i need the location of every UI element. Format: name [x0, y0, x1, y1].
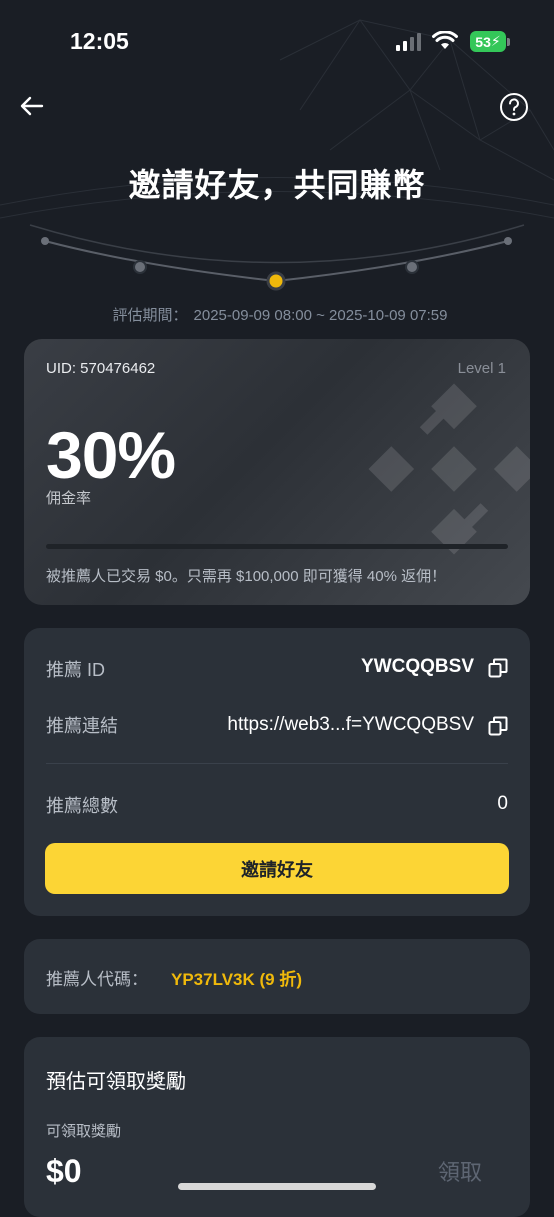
- status-time: 12:05: [70, 28, 129, 54]
- help-icon[interactable]: [499, 92, 529, 122]
- timeline-dot-active: [266, 271, 286, 291]
- invite-friends-button[interactable]: 邀請好友: [45, 843, 509, 894]
- progress-bar: [46, 544, 508, 549]
- battery-level: 53: [475, 33, 491, 50]
- copy-icon[interactable]: [488, 658, 508, 678]
- progress-note: 被推薦人已交易 $0。只需再 $100,000 即可獲得 40% 返佣！: [46, 568, 447, 585]
- referral-link-value: https://web3...f=YWCQQBSV: [227, 714, 474, 735]
- cellular-signal-icon: [396, 33, 421, 51]
- status-bar: 12:05 53 ⚡: [0, 0, 554, 84]
- referral-total-value: 0: [497, 793, 508, 814]
- wifi-icon: [432, 31, 458, 49]
- referral-link-label: 推薦連結: [46, 716, 118, 736]
- uid-label: UID: 570476462: [46, 360, 156, 377]
- page-title: 邀請好友，共同賺幣: [128, 167, 426, 203]
- level-badge: Level 1: [457, 360, 506, 377]
- referral-card: 推薦 ID YWCQQBSV 推薦連結 https://web3...f=YWC…: [24, 628, 530, 916]
- evaluation-period: 評估期間： 2025-09-09 08:00 ~ 2025-10-09 07:59: [0, 304, 554, 325]
- rewards-subtitle: 可領取獎勵: [46, 1123, 122, 1140]
- period-label: 評估期間：: [112, 307, 188, 324]
- timeline-dot: [405, 260, 419, 274]
- referral-id-value: YWCQQBSV: [361, 656, 474, 677]
- battery-indicator: 53 ⚡: [470, 31, 506, 52]
- claim-button[interactable]: 領取: [438, 1155, 482, 1187]
- referral-total-label: 推薦總數: [46, 796, 118, 816]
- commission-rate-label: 佣金率: [46, 490, 92, 507]
- timeline-dot: [41, 237, 49, 245]
- referrer-code-card: 推薦人代碼： YP37LV3K (9 折): [24, 939, 530, 1014]
- commission-rate: 30%: [46, 418, 176, 492]
- copy-icon[interactable]: [488, 716, 508, 736]
- referral-id-label: 推薦 ID: [46, 660, 106, 680]
- period-range: 2025-09-09 08:00 ~ 2025-10-09 07:59: [193, 307, 448, 324]
- divider: [46, 763, 508, 764]
- referrer-code-value: YP37LV3K (9 折): [171, 970, 303, 989]
- timeline-dot: [133, 260, 147, 274]
- rewards-card: 預估可領取獎勵 可領取獎勵 $0 領取: [24, 1037, 530, 1217]
- referrer-code-label: 推薦人代碼：: [46, 970, 148, 989]
- timeline-dot: [504, 237, 512, 245]
- home-indicator: [178, 1183, 376, 1190]
- rewards-title: 預估可領取獎勵: [46, 1071, 186, 1093]
- back-arrow-icon[interactable]: [18, 92, 46, 120]
- battery-cap: [507, 38, 510, 46]
- commission-card: UID: 570476462 Level 1 30% 佣金率 被推薦人已交易 $…: [24, 339, 530, 605]
- rewards-amount: $0: [46, 1153, 82, 1189]
- binance-logo-icon: [368, 383, 530, 555]
